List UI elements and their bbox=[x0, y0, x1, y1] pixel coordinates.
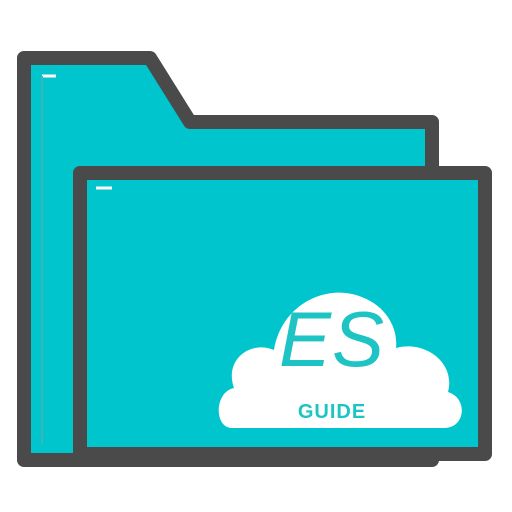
logo-title: ES bbox=[278, 295, 386, 383]
app-icon: ES GUIDE bbox=[0, 0, 512, 512]
logo-subtitle: GUIDE bbox=[297, 401, 367, 423]
folder-icon bbox=[17, 51, 492, 467]
